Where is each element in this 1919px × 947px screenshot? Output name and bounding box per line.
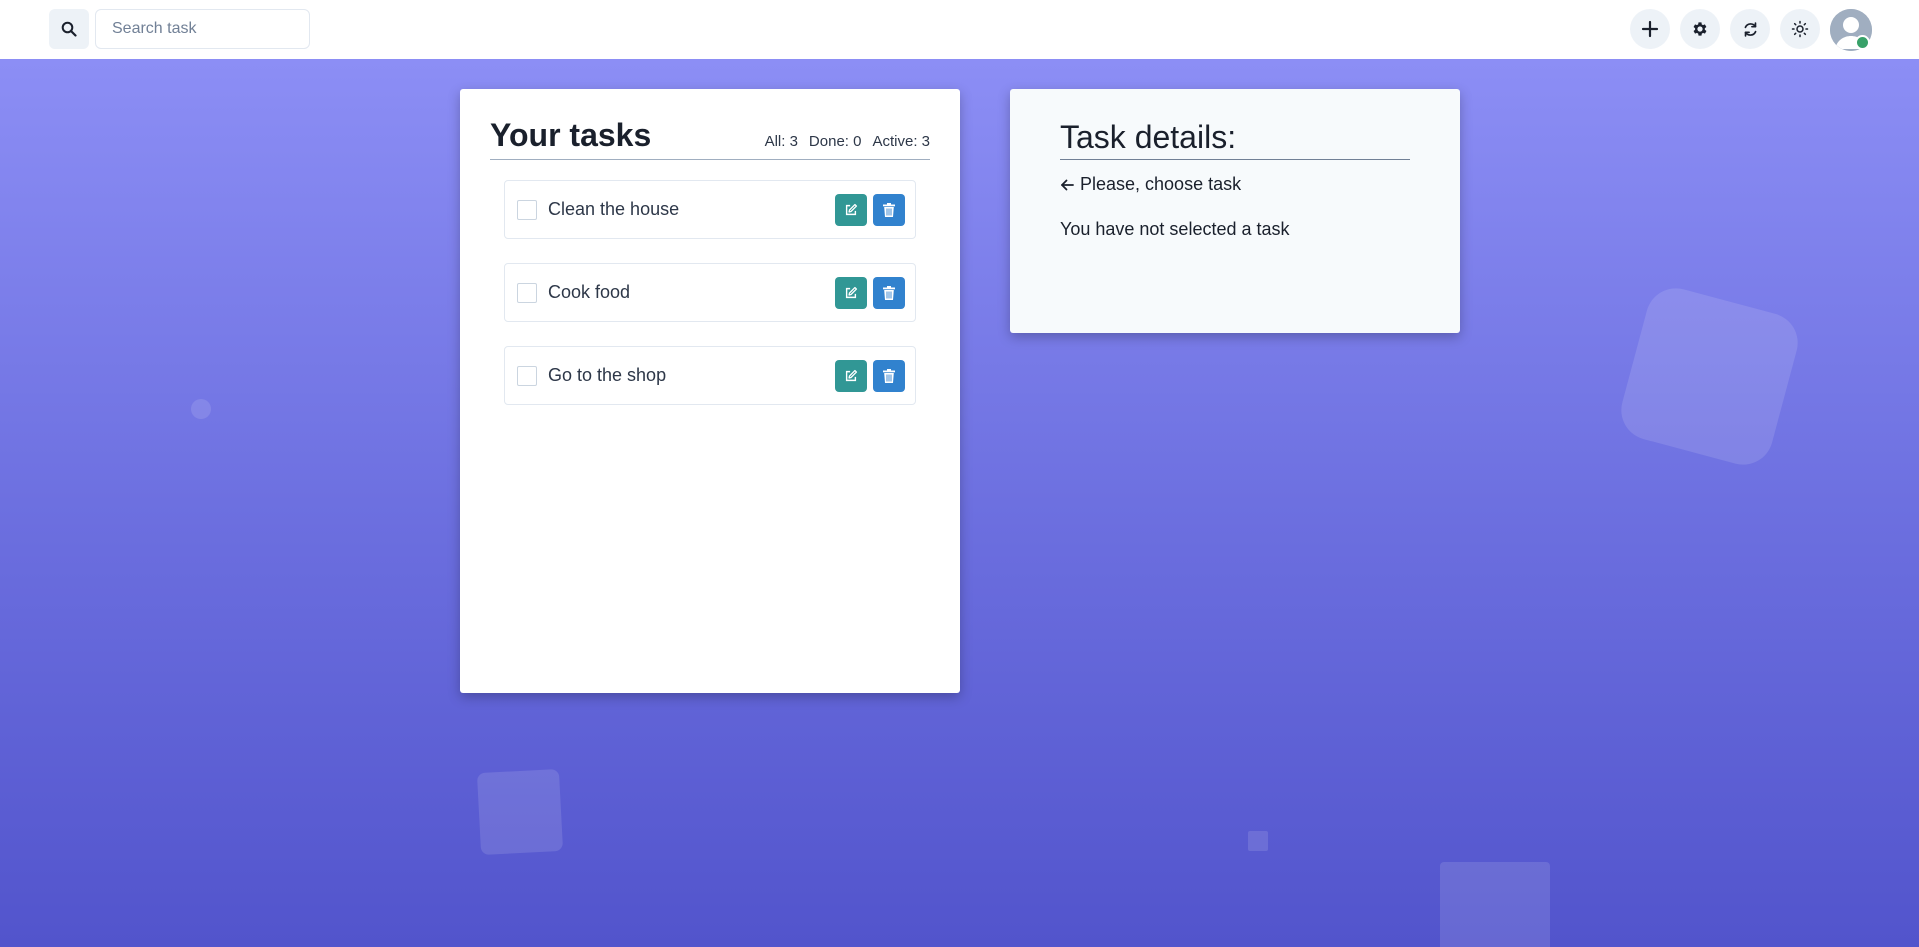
top-bar [0,0,1919,59]
refresh-button[interactable] [1730,9,1770,49]
count-active: Active: 3 [872,133,930,150]
settings-button[interactable] [1680,9,1720,49]
decorative-shape [191,399,211,419]
task-checkbox[interactable] [517,365,537,386]
delete-task-button[interactable] [873,276,905,309]
search-button[interactable] [49,9,89,49]
sun-icon [1791,20,1809,38]
task-label[interactable]: Cook food [548,282,630,303]
online-status-badge [1855,35,1870,50]
list-item[interactable]: Clean the house [504,180,916,239]
edit-icon [845,286,858,298]
task-list: Clean the house Cook food Go to the shop [490,160,930,405]
edit-task-button[interactable] [835,359,867,392]
choose-task-text: Please, choose task [1080,174,1242,194]
delete-task-button[interactable] [873,193,905,226]
tasks-header: Your tasks All: 3 Done: 0 Active: 3 [490,89,930,160]
decorative-shape [476,768,564,856]
task-checkbox[interactable] [517,282,537,303]
trash-icon [883,285,895,300]
count-all: All: 3 [764,133,798,150]
count-done: Done: 0 [808,133,862,150]
edit-icon [845,369,858,381]
list-item[interactable]: Go to the shop [504,346,916,405]
decorative-shape [1440,862,1550,947]
refresh-icon [1744,21,1756,37]
delete-task-button[interactable] [873,359,905,392]
trash-icon [883,202,895,217]
details-title: Task details: [1060,121,1410,160]
choose-task-hint: Please, choose task [1060,174,1410,195]
gear-icon [1693,22,1707,36]
theme-toggle-button[interactable] [1780,9,1820,49]
edit-icon [845,203,858,215]
decorative-shape [1248,831,1268,851]
task-checkbox[interactable] [517,199,537,220]
task-label[interactable]: Go to the shop [548,365,666,386]
tasks-panel: Your tasks All: 3 Done: 0 Active: 3 Clea… [460,89,960,693]
search-icon [61,21,77,37]
page-title: Your tasks [490,117,652,153]
add-task-button[interactable] [1630,9,1670,49]
plus-icon [1641,20,1659,38]
arrow-left-icon [1061,179,1074,190]
trash-icon [883,368,895,383]
edit-task-button[interactable] [835,276,867,309]
search-input[interactable] [95,9,310,49]
task-counts: All: 3 Done: 0 Active: 3 [765,133,930,151]
no-task-message: You have not selected a task [1060,219,1290,239]
task-details-panel: Task details: Please, choose task You ha… [1010,89,1460,333]
list-item[interactable]: Cook food [504,263,916,322]
edit-task-button[interactable] [835,193,867,226]
decorative-shape [1614,281,1805,472]
task-label[interactable]: Clean the house [548,199,679,220]
